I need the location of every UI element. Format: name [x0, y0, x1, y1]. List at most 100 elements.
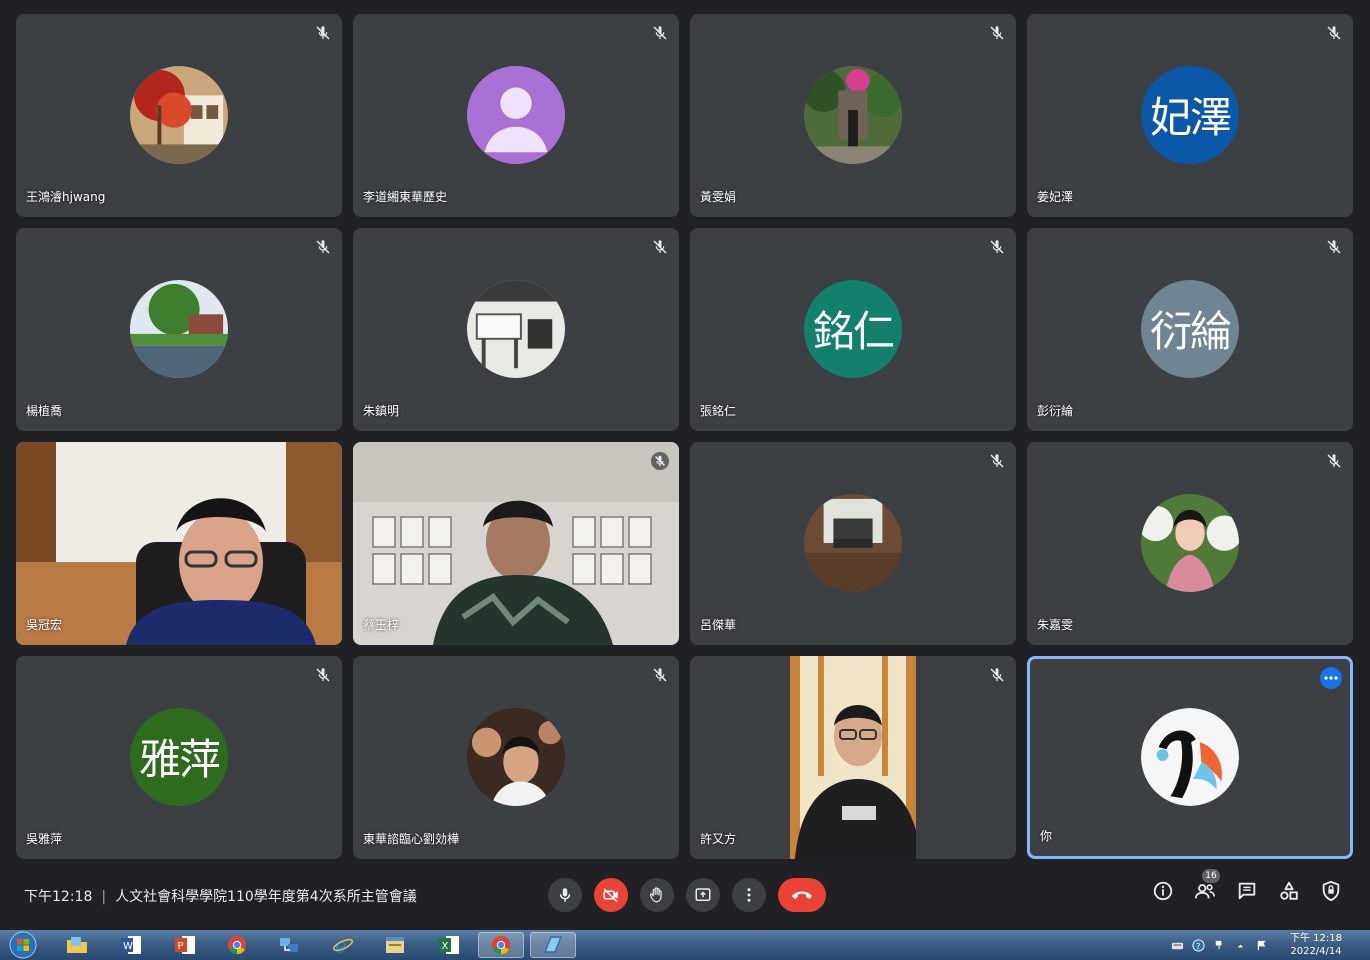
- app-icon: [543, 936, 563, 953]
- participant-tile[interactable]: 雅萍 吳雅萍: [16, 656, 342, 859]
- chevron-up-icon[interactable]: [1234, 939, 1247, 952]
- avatar: [1141, 493, 1239, 592]
- raise-hand-icon: [649, 887, 662, 903]
- leave-call-button[interactable]: [778, 878, 826, 912]
- svg-text:?: ?: [1196, 940, 1200, 950]
- participant-tile[interactable]: 東華諮臨心劉効樺: [353, 656, 679, 859]
- present-button[interactable]: [686, 878, 720, 912]
- start-button[interactable]: [6, 931, 40, 959]
- mic-muted-icon: [988, 24, 1006, 42]
- initials-avatar: 衍綸: [1141, 279, 1239, 378]
- network-icon: [280, 938, 298, 952]
- participant-tile[interactable]: 李道緗東華歷史: [353, 14, 679, 217]
- taskbar-explorer[interactable]: [54, 932, 100, 958]
- taskbar-app[interactable]: [530, 932, 576, 958]
- participant-video-tile[interactable]: 蔡玉梓: [353, 442, 679, 645]
- mic-muted-icon: [988, 452, 1006, 470]
- powerpoint-icon: P: [175, 936, 195, 954]
- network-tray-icon[interactable]: [1213, 939, 1226, 952]
- folder-icon: [67, 937, 87, 953]
- participant-tile[interactable]: 朱嘉雯: [1027, 442, 1353, 645]
- leave-call-icon: [792, 891, 812, 899]
- participant-name: 吳冠宏: [26, 618, 63, 632]
- raise-hand-button[interactable]: [640, 878, 674, 912]
- meeting-tools: 16: [1152, 869, 1342, 902]
- activities-button[interactable]: [1278, 880, 1300, 902]
- participant-name: 王鴻濬hjwang: [26, 190, 106, 204]
- keyboard-icon[interactable]: [1171, 939, 1184, 952]
- initials-avatar: 銘仁: [804, 279, 902, 378]
- people-icon: [1194, 884, 1215, 899]
- host-controls-button[interactable]: [1320, 880, 1342, 902]
- avatar: [804, 65, 902, 164]
- initials-avatar: 雅萍: [130, 707, 228, 806]
- microphone-button[interactable]: [548, 878, 582, 912]
- participant-name: 朱嘉雯: [1037, 618, 1074, 632]
- tile-more-options-button[interactable]: [1320, 667, 1342, 689]
- participant-video: [790, 656, 916, 859]
- taskbar-excel[interactable]: X: [426, 932, 472, 958]
- present-icon: [695, 888, 711, 901]
- more-options-button[interactable]: [732, 878, 766, 912]
- participant-tile[interactable]: 呂傑華: [690, 442, 1016, 645]
- avatar: [467, 707, 565, 806]
- flag-icon[interactable]: [1255, 939, 1268, 952]
- meeting-details-button[interactable]: [1152, 880, 1174, 902]
- taskbar-chrome[interactable]: [214, 932, 260, 958]
- participant-name: 許又方: [700, 832, 737, 846]
- participant-name: 你: [1040, 829, 1053, 843]
- clock[interactable]: 下午 12:18 2022/4/14: [1290, 932, 1342, 958]
- default-person-avatar: [467, 65, 565, 164]
- penguin-logo-avatar: [1141, 707, 1239, 806]
- participant-name: 張銘仁: [700, 404, 737, 418]
- participant-name: 呂傑華: [700, 618, 737, 632]
- chrome-icon: [491, 935, 511, 955]
- participant-video-tile[interactable]: 許又方: [690, 656, 1016, 859]
- internet-explorer-icon: e: [333, 934, 353, 956]
- avatar: [467, 279, 565, 378]
- svg-text:W: W: [123, 941, 133, 952]
- meeting-separator: |: [101, 889, 107, 905]
- participant-name: 楊植喬: [26, 404, 63, 418]
- participant-tile[interactable]: 妃澤 姜妃澤: [1027, 14, 1353, 217]
- people-button[interactable]: 16: [1194, 869, 1220, 902]
- participant-tile[interactable]: 銘仁 張銘仁: [690, 228, 1016, 431]
- activities-icon: [1280, 881, 1298, 900]
- more-options-icon: [747, 888, 751, 902]
- chat-button[interactable]: [1236, 880, 1258, 902]
- participant-tile[interactable]: 衍綸 彭衍綸: [1027, 228, 1353, 431]
- participant-tile[interactable]: 朱鎮明: [353, 228, 679, 431]
- participant-tile[interactable]: 王鴻濬hjwang: [16, 14, 342, 217]
- mic-muted-icon: [651, 238, 669, 256]
- participant-name: 姜妃澤: [1037, 190, 1074, 204]
- taskbar-network[interactable]: [266, 932, 312, 958]
- taskbar-word[interactable]: W: [108, 932, 154, 958]
- avatar: [130, 65, 228, 164]
- self-tile[interactable]: 你: [1027, 656, 1353, 859]
- taskbar-file-manager[interactable]: [372, 932, 418, 958]
- help-icon[interactable]: ?: [1192, 938, 1205, 952]
- mic-muted-icon: [988, 666, 1006, 684]
- participant-name: 彭衍綸: [1037, 404, 1074, 418]
- participant-video: [16, 442, 342, 645]
- file-manager-icon: [386, 937, 404, 953]
- participant-name: 朱鎮明: [363, 404, 400, 418]
- bottom-control-bar: 下午12:18 | 人文社會科學學院110學年度第4次系所主管會議 16: [0, 866, 1370, 926]
- participant-video-tile[interactable]: 吳冠宏: [16, 442, 342, 645]
- taskbar-powerpoint[interactable]: P: [162, 932, 208, 958]
- word-icon: W: [121, 936, 141, 954]
- clock-time: 下午 12:18: [1290, 933, 1342, 944]
- participant-grid: 王鴻濬hjwang 李道緗東華歷史 黃雯娟 妃澤 姜妃澤 楊植喬 朱鎮明 銘仁 …: [16, 14, 1354, 862]
- taskbar-internet-explorer[interactable]: e: [320, 932, 366, 958]
- microphone-icon: [559, 888, 571, 902]
- meeting-title: 人文社會科學學院110學年度第4次系所主管會議: [115, 889, 417, 905]
- info-icon: [1153, 881, 1173, 901]
- participant-name: 黃雯娟: [700, 190, 737, 204]
- participant-tile[interactable]: 楊植喬: [16, 228, 342, 431]
- svg-text:P: P: [178, 941, 184, 952]
- mic-muted-icon: [1325, 452, 1343, 470]
- meeting-time: 下午12:18: [24, 889, 93, 905]
- participant-tile[interactable]: 黃雯娟: [690, 14, 1016, 217]
- camera-button[interactable]: [594, 878, 628, 912]
- taskbar-chrome-active[interactable]: [478, 932, 524, 958]
